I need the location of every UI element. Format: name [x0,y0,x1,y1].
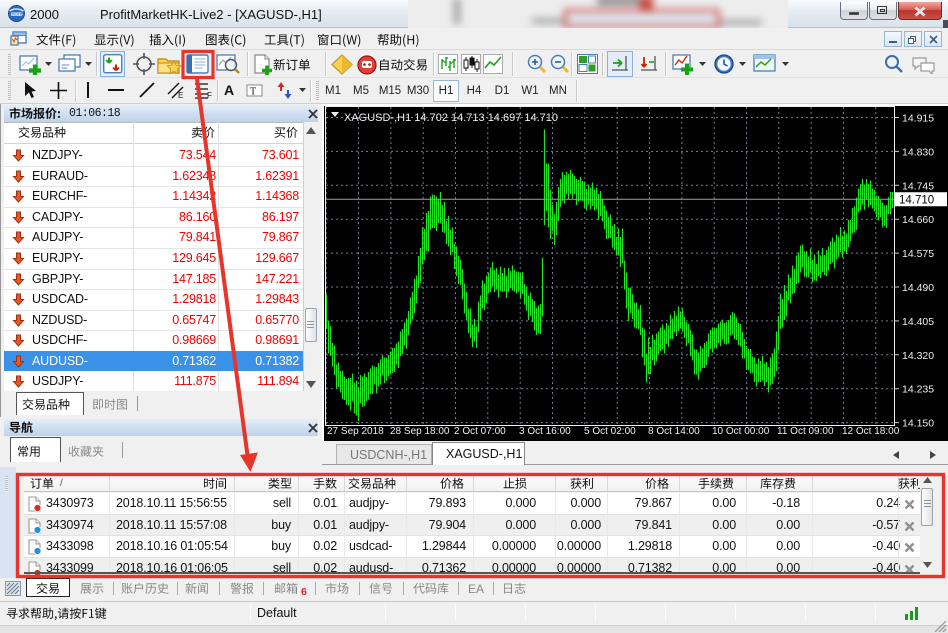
svg-text:14.575: 14.575 [902,248,934,260]
svg-text:11 Oct 09:00: 11 Oct 09:00 [777,426,834,437]
svg-text:14.915: 14.915 [902,113,934,125]
svg-text:14.405: 14.405 [902,316,934,328]
svg-text:27 Sep 2018: 27 Sep 2018 [327,426,384,437]
svg-text:10 Oct 00:00: 10 Oct 00:00 [712,426,770,437]
svg-text:XAGUSD-,H1 14.702 14.713 14.6: XAGUSD-,H1 14.702 14.713 14.697 14.710 [344,112,558,124]
svg-text:14.320: 14.320 [902,350,934,362]
svg-text:5 Oct 02:00: 5 Oct 02:00 [584,426,636,437]
svg-text:14.490: 14.490 [902,282,934,294]
svg-text:12 Oct 18:00: 12 Oct 18:00 [842,426,900,437]
svg-text:2 Oct 07:00: 2 Oct 07:00 [454,426,506,437]
svg-text:14.830: 14.830 [902,146,934,158]
svg-text:14.150: 14.150 [902,418,934,430]
svg-text:14.710: 14.710 [899,194,934,206]
svg-text:14.745: 14.745 [902,180,934,192]
svg-text:3 Oct 16:00: 3 Oct 16:00 [519,426,571,437]
svg-text:14.660: 14.660 [902,214,934,226]
svg-text:14.235: 14.235 [902,384,934,396]
svg-text:28 Sep 18:00: 28 Sep 18:00 [390,426,450,437]
svg-text:8 Oct 14:00: 8 Oct 14:00 [648,426,700,437]
